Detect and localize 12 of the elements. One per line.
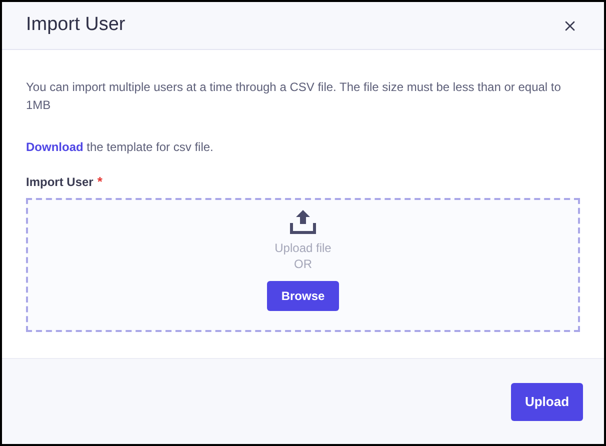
upload-icon [290, 210, 316, 234]
field-label: Import User [26, 174, 94, 191]
download-link[interactable]: Download [26, 140, 84, 154]
dialog-title: Import User [26, 13, 126, 38]
template-note: Download the template for csv file. [26, 139, 214, 156]
description-text: You can import multiple users at a time through a CSV file. The file size must be less than or equal to 1MB [26, 79, 562, 114]
upload-button[interactable]: Upload [511, 382, 583, 420]
or-separator: OR [294, 256, 312, 272]
browse-button[interactable]: Browse [267, 280, 339, 310]
file-dropzone[interactable]: Upload file OR Browse [26, 198, 580, 332]
required-asterisk: * [97, 173, 102, 191]
upload-prompt: Upload file [274, 240, 332, 256]
